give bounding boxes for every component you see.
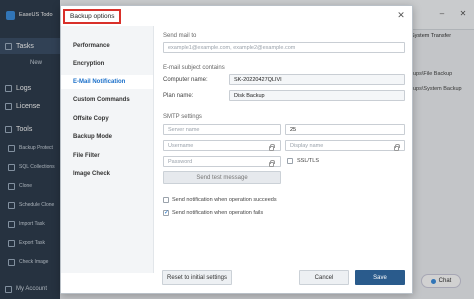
- username-placeholder: Username: [168, 142, 194, 149]
- display-name-placeholder: Display name: [290, 142, 324, 149]
- save-button[interactable]: Save: [355, 270, 405, 285]
- password-placeholder: Password: [168, 158, 193, 165]
- menu-performance[interactable]: Performance: [61, 39, 153, 53]
- computer-name-label: Computer name:: [163, 77, 208, 83]
- lock-icon: [269, 144, 275, 151]
- computer-name-input[interactable]: SK-20220427QLIVI: [229, 74, 405, 85]
- plan-name-label: Plan name:: [163, 93, 194, 99]
- send-mail-to-input[interactable]: example1@example.com, example2@example.c…: [163, 42, 405, 53]
- notify-fail-checkbox[interactable]: [163, 209, 169, 216]
- menu-divider: [153, 26, 154, 273]
- backup-options-dialog: Backup options ✕ Performance Encryption …: [60, 5, 413, 294]
- menu-custom-commands[interactable]: Custom Commands: [61, 93, 153, 107]
- menu-offsite-copy[interactable]: Offsite Copy: [61, 112, 153, 126]
- smtp-settings-label: SMTP settings: [163, 114, 202, 120]
- notify-success-checkbox[interactable]: [163, 197, 169, 203]
- ssl-tls-checkbox[interactable]: [287, 158, 293, 164]
- menu-file-filter[interactable]: File Filter: [61, 149, 153, 163]
- dialog-title: Backup options: [63, 9, 122, 24]
- close-icon[interactable]: ✕: [396, 10, 406, 20]
- port-input[interactable]: 25: [285, 124, 405, 135]
- email-subject-label: E-mail subject contains: [163, 65, 225, 71]
- notify-success-label: Send notification when operation succeed…: [172, 197, 277, 203]
- notify-fail-label: Send notification when operation fails: [172, 210, 264, 216]
- lock-icon: [394, 144, 400, 151]
- username-input[interactable]: Username: [163, 140, 281, 151]
- menu-backup-mode[interactable]: Backup Mode: [61, 130, 153, 144]
- send-test-message-button[interactable]: Send test message: [163, 171, 281, 184]
- reset-button[interactable]: Reset to initial settings: [162, 270, 232, 285]
- menu-email-notification[interactable]: E-Mail Notification: [61, 75, 153, 89]
- menu-encryption[interactable]: Encryption: [61, 57, 153, 71]
- password-input[interactable]: Password: [163, 156, 281, 167]
- cancel-button[interactable]: Cancel: [299, 270, 349, 285]
- plan-name-input[interactable]: Disk Backup: [229, 90, 405, 101]
- server-name-input[interactable]: Server name: [163, 124, 281, 135]
- lock-icon: [269, 160, 275, 167]
- send-mail-to-label: Send mail to: [163, 33, 197, 39]
- ssl-tls-label: SSL/TLS: [297, 158, 320, 164]
- menu-image-check[interactable]: Image Check: [61, 167, 153, 181]
- options-menu: Performance Encryption E-Mail Notificati…: [61, 26, 153, 273]
- display-name-input[interactable]: Display name: [285, 140, 405, 151]
